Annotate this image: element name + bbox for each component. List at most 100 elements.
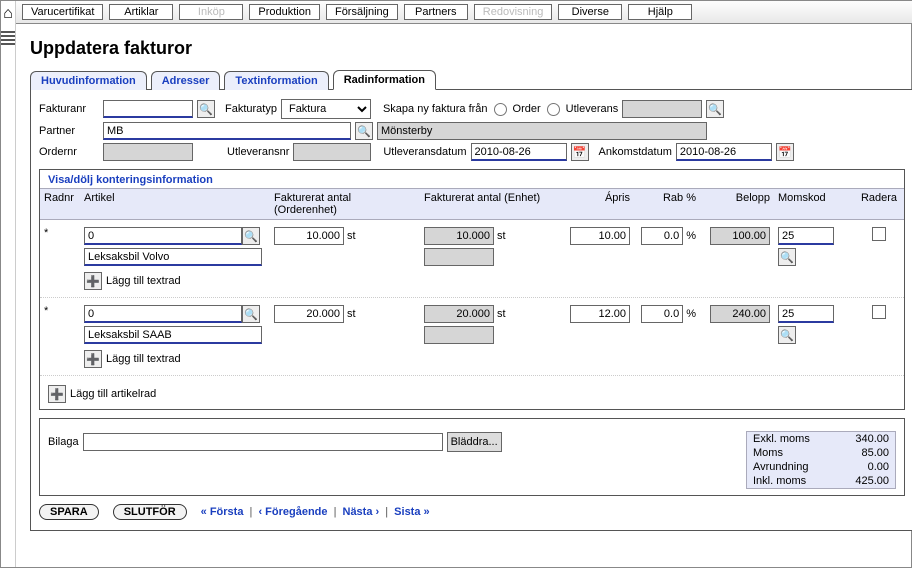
- pager-prev[interactable]: ‹ Föregående: [258, 506, 327, 518]
- pager-next[interactable]: Nästa ›: [343, 506, 380, 518]
- tab-bar: HuvudinformationAdresserTextinformation R…: [30, 69, 912, 90]
- hdr-rab: Rab %: [634, 189, 700, 219]
- add-textrow-icon: ➕: [84, 272, 102, 290]
- artikel-search-icon[interactable]: 🔍: [242, 227, 260, 245]
- momskod-search-icon[interactable]: 🔍: [778, 248, 796, 266]
- artikel-name-input[interactable]: [84, 326, 262, 344]
- tab-adresser[interactable]: Adresser: [151, 71, 221, 90]
- artikel-name-input[interactable]: [84, 248, 262, 266]
- topmenu-varucertifikat[interactable]: Varucertifikat: [22, 4, 103, 20]
- moms-label: Moms: [753, 447, 783, 459]
- partner-search-icon[interactable]: 🔍: [355, 122, 373, 140]
- topmenu-partners[interactable]: Partners: [404, 4, 468, 20]
- utlevdatum-input[interactable]: [471, 143, 567, 161]
- fakturanr-search-icon[interactable]: 🔍: [197, 100, 215, 118]
- home-icon[interactable]: ⌂: [3, 5, 13, 23]
- momskod-input[interactable]: [778, 305, 834, 323]
- skapa-label: Skapa ny faktura från: [383, 103, 488, 115]
- hdr-belopp: Belopp: [700, 189, 774, 219]
- table-row: * 🔍 ➕ Lägg till textrad st st % 🔍: [40, 220, 904, 298]
- fakturatyp-select[interactable]: Faktura: [281, 99, 371, 119]
- skapa-utlev-radio[interactable]: [547, 103, 560, 116]
- artikel-search-icon[interactable]: 🔍: [242, 305, 260, 323]
- antal-order-input[interactable]: [274, 227, 344, 245]
- bilaga-input[interactable]: [83, 433, 443, 451]
- rab-input[interactable]: [641, 305, 683, 323]
- finish-button[interactable]: SLUTFÖR: [113, 504, 187, 520]
- add-textrow-label: Lägg till textrad: [106, 353, 181, 365]
- skapa-order-label: Order: [513, 103, 541, 115]
- add-textrow-link[interactable]: ➕ Lägg till textrad: [84, 350, 266, 368]
- radera-checkbox[interactable]: [872, 305, 886, 319]
- hdr-radnr: Radnr: [40, 189, 80, 219]
- fakturanr-label: Fakturanr: [39, 103, 99, 115]
- topmenu-artiklar[interactable]: Artiklar: [109, 4, 173, 20]
- tab-huvudinformation[interactable]: Huvudinformation: [30, 71, 147, 90]
- hdr-moms: Momskod: [774, 189, 854, 219]
- page-title: Uppdatera fakturor: [30, 38, 912, 59]
- tab-radinformation[interactable]: Radinformation: [333, 70, 436, 90]
- belopp-field: [710, 227, 770, 245]
- add-textrow-icon: ➕: [84, 350, 102, 368]
- toggle-kontering-link[interactable]: Visa/dölj konteringsinformation: [40, 170, 904, 188]
- artikel-code-input[interactable]: [84, 227, 242, 245]
- apris-input[interactable]: [570, 227, 630, 245]
- topmenu-diverse[interactable]: Diverse: [558, 4, 622, 20]
- utlevdatum-calendar-icon[interactable]: [571, 143, 589, 161]
- pager-last[interactable]: Sista »: [394, 506, 429, 518]
- fakturatyp-label: Fakturatyp: [225, 103, 277, 115]
- topmenu-försäljning[interactable]: Försäljning: [326, 4, 398, 20]
- hdr-faktenh: Fakturerat antal (Enhet): [420, 189, 560, 219]
- inkl-value: 425.00: [855, 475, 889, 487]
- avr-label: Avrundning: [753, 461, 808, 473]
- lines-panel: Visa/dölj konteringsinformation Radnr Ar…: [39, 169, 905, 410]
- add-textrow-link[interactable]: ➕ Lägg till textrad: [84, 272, 266, 290]
- artikel-code-input[interactable]: [84, 305, 242, 323]
- add-artikelrow-label: Lägg till artikelrad: [70, 388, 156, 400]
- tab-textinformation[interactable]: Textinformation: [224, 71, 328, 90]
- add-row-icon: ➕: [48, 385, 66, 403]
- footer-bar: SPARA SLUTFÖR « Första | ‹ Föregående | …: [39, 504, 905, 520]
- skapa-order-radio[interactable]: [494, 103, 507, 116]
- cell-radnr: *: [40, 224, 80, 242]
- ankomst-input[interactable]: [676, 143, 772, 161]
- ordernr-input: [103, 143, 193, 161]
- hdr-radera: Radera: [854, 189, 904, 219]
- bilaga-label: Bilaga: [48, 436, 79, 448]
- radera-checkbox[interactable]: [872, 227, 886, 241]
- momskod-search-icon[interactable]: 🔍: [778, 326, 796, 344]
- hdr-faktord: Fakturerat antal (Orderenhet): [270, 189, 420, 219]
- topmenu-produktion[interactable]: Produktion: [249, 4, 320, 20]
- skapa-utlev-label: Utleverans: [566, 103, 619, 115]
- exkl-label: Exkl. moms: [753, 433, 810, 445]
- ankomst-calendar-icon[interactable]: [776, 143, 794, 161]
- rab-input[interactable]: [641, 227, 683, 245]
- save-button[interactable]: SPARA: [39, 504, 99, 520]
- topmenu-inköp: Inköp: [179, 4, 243, 20]
- top-menu: Varucertifikat Artiklar Inköp Produktion För…: [16, 1, 912, 24]
- pager-first[interactable]: « Första: [201, 506, 244, 518]
- ankomst-label: Ankomstdatum: [599, 146, 672, 158]
- add-textrow-label: Lägg till textrad: [106, 275, 181, 287]
- avr-value: 0.00: [868, 461, 889, 473]
- exkl-value: 340.00: [855, 433, 889, 445]
- hdr-artikel: Artikel: [80, 189, 270, 219]
- antal-enhet-extra: [424, 326, 494, 344]
- utlevnr-label: Utleveransnr: [227, 146, 289, 158]
- antal-enhet-input: [424, 227, 494, 245]
- enhet-unit: st: [497, 308, 506, 320]
- apris-input[interactable]: [570, 305, 630, 323]
- menu-icon[interactable]: [1, 29, 15, 47]
- fakturanr-input[interactable]: [103, 100, 193, 118]
- utlevnr-input: [293, 143, 371, 161]
- partner-code-input[interactable]: [103, 122, 351, 140]
- bilaga-browse-button[interactable]: Bläddra...: [447, 432, 502, 452]
- skapa-lookup-input: [622, 100, 702, 118]
- order-unit: st: [347, 230, 356, 242]
- add-artikelrow-link[interactable]: ➕ Lägg till artikelrad: [48, 385, 896, 403]
- antal-order-input[interactable]: [274, 305, 344, 323]
- inkl-label: Inkl. moms: [753, 475, 806, 487]
- topmenu-hjälp[interactable]: Hjälp: [628, 4, 692, 20]
- momskod-input[interactable]: [778, 227, 834, 245]
- skapa-search-icon[interactable]: 🔍: [706, 100, 724, 118]
